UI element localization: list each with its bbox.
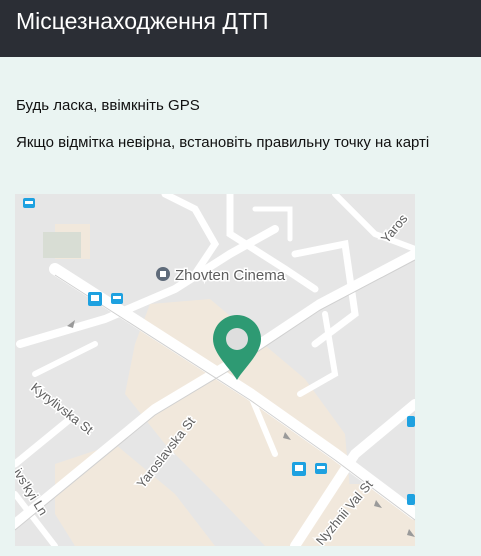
map-view[interactable]: Zhovten Cinema Kyrylivska St Yaroslavska… bbox=[15, 194, 415, 546]
bus-stop-icon bbox=[407, 416, 415, 427]
gps-prompt-text: Будь ласка, ввімкніть GPS bbox=[16, 97, 200, 114]
app-header: Місцезнаходження ДТП bbox=[0, 0, 481, 57]
correct-point-hint-text: Якщо відмітка невірна, встановіть правил… bbox=[16, 134, 430, 151]
main-content: Будь ласка, ввімкніть GPS Якщо відмітка … bbox=[0, 57, 481, 556]
map-canvas[interactable]: Zhovten Cinema Kyrylivska St Yaroslavska… bbox=[15, 194, 415, 546]
page-title: Місцезнаходження ДТП bbox=[16, 8, 269, 34]
map-park-area bbox=[43, 232, 81, 258]
poi-label: Zhovten Cinema bbox=[175, 267, 286, 284]
cinema-poi-icon[interactable] bbox=[156, 267, 170, 281]
bus-stop-icon bbox=[407, 494, 415, 505]
